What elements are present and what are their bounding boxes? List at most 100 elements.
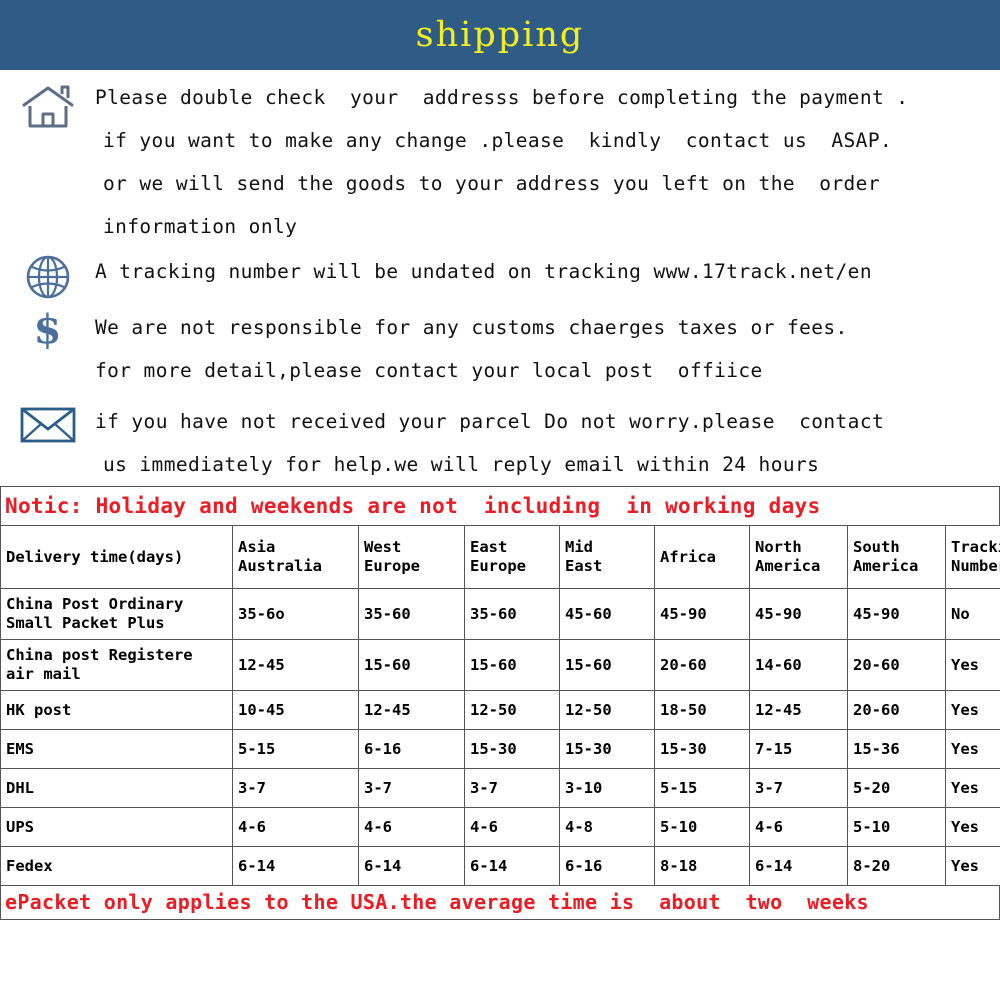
cell-value: 6-16 xyxy=(358,729,465,769)
info-line: Please double check your addresss before… xyxy=(95,86,909,109)
cell-value: 18-50 xyxy=(654,690,750,730)
table-row: China post Registere air mail 12-45 15-6… xyxy=(0,639,1000,691)
info-block-customs: $ We are not responsible for any customs… xyxy=(0,306,1000,392)
parcel-text: if you have not received your parcel Do … xyxy=(95,400,1000,486)
cell-value: 35-60 xyxy=(358,588,465,640)
info-line: A tracking number will be undated on tra… xyxy=(95,260,872,283)
cell-value: 12-45 xyxy=(749,690,848,730)
cell-value: 15-60 xyxy=(464,639,560,691)
table-row: UPS 4-6 4-6 4-6 4-8 5-10 4-6 5-10 Yes xyxy=(0,807,1000,847)
tracking-text: A tracking number will be undated on tra… xyxy=(95,250,1000,293)
shipping-info-area: Please double check your addresss before… xyxy=(0,70,1000,486)
cell-value: 6-14 xyxy=(464,846,560,886)
cell-value: 20-60 xyxy=(654,639,750,691)
cell-value: 15-30 xyxy=(654,729,750,769)
table-header: Delivery time(days) Asia Australia West … xyxy=(0,525,1000,589)
cell-method: Fedex xyxy=(0,846,233,886)
cell-value: 3-10 xyxy=(559,768,655,808)
cell-value: 15-36 xyxy=(847,729,946,769)
cell-value: 45-90 xyxy=(654,588,750,640)
epacket-note: ePacket only applies to the USA.the aver… xyxy=(0,886,1000,920)
cell-tracking: Yes xyxy=(945,639,1000,691)
column-header-africa: Africa xyxy=(654,525,750,589)
table-row: Fedex 6-14 6-14 6-14 6-16 8-18 6-14 8-20… xyxy=(0,846,1000,886)
cell-value: 45-60 xyxy=(559,588,655,640)
column-header-east-europe: East Europe xyxy=(464,525,560,589)
cell-value: 3-7 xyxy=(749,768,848,808)
cell-value: 20-60 xyxy=(847,690,946,730)
cell-tracking: Yes xyxy=(945,690,1000,730)
table-row: China Post Ordinary Small Packet Plus 35… xyxy=(0,588,1000,640)
page-banner: shipping xyxy=(0,0,1000,70)
house-icon xyxy=(0,76,95,130)
cell-value: 45-90 xyxy=(749,588,848,640)
cell-value: 15-30 xyxy=(464,729,560,769)
cell-method: China Post Ordinary Small Packet Plus xyxy=(0,588,233,640)
cell-value: 8-18 xyxy=(654,846,750,886)
cell-value: 4-6 xyxy=(464,807,560,847)
envelope-icon xyxy=(0,400,95,444)
cell-value: 4-6 xyxy=(749,807,848,847)
page-title: shipping xyxy=(415,14,585,55)
cell-tracking: Yes xyxy=(945,768,1000,808)
cell-value: 12-45 xyxy=(358,690,465,730)
column-header-asia-australia: Asia Australia xyxy=(232,525,359,589)
address-text: Please double check your addresss before… xyxy=(95,76,1000,248)
dollar-icon: $ xyxy=(33,306,62,353)
cell-method: China post Registere air mail xyxy=(0,639,233,691)
table-body: China Post Ordinary Small Packet Plus 35… xyxy=(0,588,1000,886)
cell-value: 6-16 xyxy=(559,846,655,886)
cell-value: 5-10 xyxy=(847,807,946,847)
cell-value: 6-14 xyxy=(358,846,465,886)
customs-text: We are not responsible for any customs c… xyxy=(95,306,1000,392)
cell-value: 15-30 xyxy=(559,729,655,769)
column-header-mid-east: Mid East xyxy=(559,525,655,589)
info-line: for more detail,please contact your loca… xyxy=(95,359,763,382)
info-line: We are not responsible for any customs c… xyxy=(95,316,848,339)
cell-value: 4-8 xyxy=(559,807,655,847)
column-header-west-europe: West Europe xyxy=(358,525,465,589)
cell-value: 15-60 xyxy=(358,639,465,691)
cell-value: 20-60 xyxy=(847,639,946,691)
table-row: EMS 5-15 6-16 15-30 15-30 15-30 7-15 15-… xyxy=(0,729,1000,769)
table-row: DHL 3-7 3-7 3-7 3-10 5-15 3-7 5-20 Yes xyxy=(0,768,1000,808)
cell-value: 3-7 xyxy=(232,768,359,808)
table-row: HK post 10-45 12-45 12-50 12-50 18-50 12… xyxy=(0,690,1000,730)
cell-value: 15-60 xyxy=(559,639,655,691)
info-line: if you have not received your parcel Do … xyxy=(95,410,885,433)
info-block-parcel: if you have not received your parcel Do … xyxy=(0,400,1000,486)
info-line: information only xyxy=(103,215,298,238)
cell-value: 35-60 xyxy=(464,588,560,640)
cell-value: 12-50 xyxy=(559,690,655,730)
cell-value: 6-14 xyxy=(749,846,848,886)
column-header-north-america: North America xyxy=(749,525,848,589)
cell-value: 3-7 xyxy=(358,768,465,808)
cell-value: 12-45 xyxy=(232,639,359,691)
cell-value: 45-90 xyxy=(847,588,946,640)
cell-tracking: Yes xyxy=(945,846,1000,886)
cell-value: 8-20 xyxy=(847,846,946,886)
info-line: us immediately for help.we will reply em… xyxy=(103,453,820,476)
cell-method: UPS xyxy=(0,807,233,847)
info-line: if you want to make any change .please k… xyxy=(103,129,893,152)
cell-value: 10-45 xyxy=(232,690,359,730)
cell-value: 3-7 xyxy=(464,768,560,808)
column-header-delivery-time: Delivery time(days) xyxy=(0,525,233,589)
cell-tracking: No xyxy=(945,588,1000,640)
cell-value: 6-14 xyxy=(232,846,359,886)
cell-method: HK post xyxy=(0,690,233,730)
cell-value: 5-15 xyxy=(232,729,359,769)
delivery-time-table: Delivery time(days) Asia Australia West … xyxy=(0,525,1000,886)
cell-value: 5-10 xyxy=(654,807,750,847)
column-header-south-america: South America xyxy=(847,525,946,589)
info-block-tracking: A tracking number will be undated on tra… xyxy=(0,250,1000,300)
info-line: or we will send the goods to your addres… xyxy=(103,172,880,195)
cell-method: EMS xyxy=(0,729,233,769)
cell-value: 12-50 xyxy=(464,690,560,730)
cell-value: 4-6 xyxy=(358,807,465,847)
cell-value: 5-20 xyxy=(847,768,946,808)
cell-value: 14-60 xyxy=(749,639,848,691)
info-block-address: Please double check your addresss before… xyxy=(0,76,1000,248)
table-header-row: Delivery time(days) Asia Australia West … xyxy=(0,525,1000,589)
cell-tracking: Yes xyxy=(945,729,1000,769)
